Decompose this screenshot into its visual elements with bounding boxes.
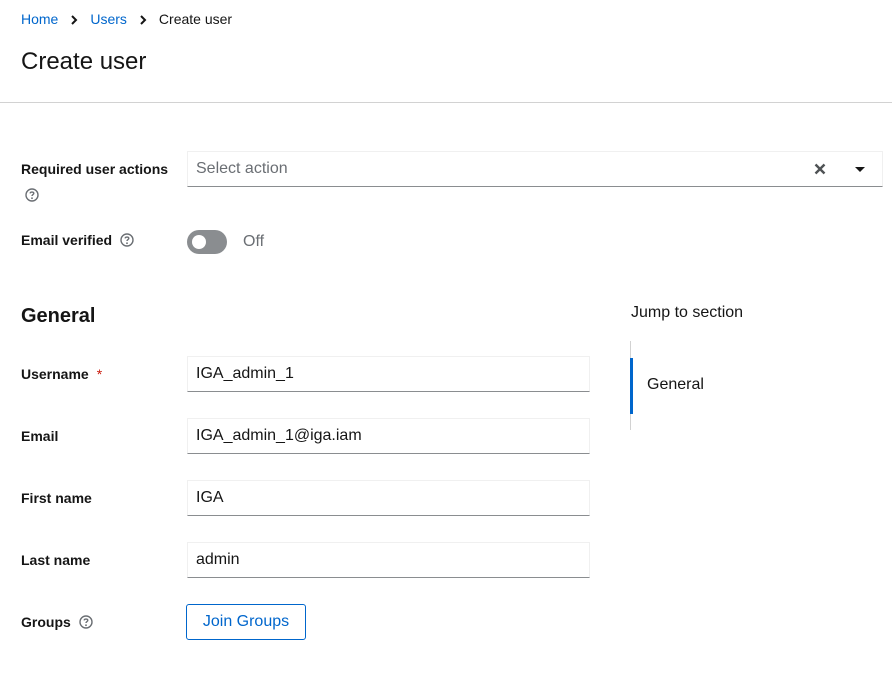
email-verified-toggle[interactable] [187,230,227,254]
general-section-title: General [21,305,96,327]
groups-label: Groups [21,614,93,630]
email-verified-label-text: Email verified [21,232,113,248]
username-label: Username * [21,366,102,382]
last-name-label: Last name [21,552,90,568]
jump-nav-active-indicator [630,358,633,414]
jump-nav-item-general[interactable]: General [647,376,704,394]
email-label-text: Email [21,428,59,444]
breadcrumb-current: Create user [158,11,233,27]
toggle-knob [192,235,206,249]
required-indicator: * [96,366,103,382]
last-name-label-text: Last name [21,552,91,568]
chevron-right-icon [127,11,159,27]
last-name-input[interactable] [187,542,590,578]
email-input[interactable] [187,418,590,454]
header-divider [0,102,892,103]
username-input[interactable] [187,356,590,392]
help-icon[interactable] [120,233,134,247]
breadcrumb-users-link[interactable]: Users [90,11,127,27]
caret-down-icon[interactable] [852,161,868,177]
chevron-right-icon [58,11,90,27]
email-verified-label: Email verified [21,232,134,248]
required-actions-label: Required user actions [21,161,168,177]
page-title: Create user [21,48,147,75]
first-name-label-text: First name [21,490,92,506]
help-icon[interactable] [79,615,93,629]
required-actions-select[interactable]: Select action [187,151,883,187]
username-label-text: Username [21,366,89,382]
email-verified-state: Off [243,233,265,250]
times-icon[interactable] [812,161,828,177]
required-actions-label-text: Required user actions [21,161,169,177]
breadcrumb-home-link[interactable]: Home [21,11,58,27]
help-icon[interactable] [25,188,39,202]
jump-to-section-title: Jump to section [631,304,744,321]
email-label: Email [21,428,58,444]
first-name-input[interactable] [187,480,590,516]
breadcrumb: Home Users Create user [21,11,232,27]
required-actions-placeholder: Select action [196,160,288,177]
first-name-label: First name [21,490,92,506]
groups-label-text: Groups [21,614,71,630]
join-groups-button[interactable]: Join Groups [186,604,306,640]
